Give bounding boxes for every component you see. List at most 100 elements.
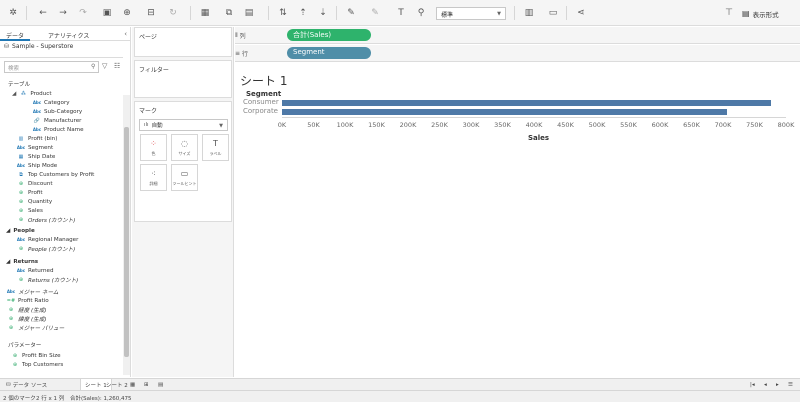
show-labels-icon[interactable]: T	[394, 6, 408, 20]
share-icon[interactable]: ⋖	[574, 6, 588, 20]
field-label: Product	[30, 90, 52, 97]
table-people[interactable]: ◢ People	[6, 226, 35, 235]
presentation-icon[interactable]: ▭	[546, 6, 560, 20]
group-icon[interactable]: ✎	[368, 6, 382, 20]
field-item[interactable]: ⊕ Quantity	[16, 197, 52, 206]
tab-data[interactable]: データ	[0, 27, 31, 41]
bar-corporate[interactable]	[282, 109, 727, 115]
tab-analytics[interactable]: アナリティクス	[42, 27, 95, 41]
field-item[interactable]: ⊕ Profit Bin Size	[10, 351, 61, 360]
x-tick-label: 250K	[431, 121, 448, 129]
size-button[interactable]: ◌ サイズ	[171, 134, 198, 161]
marks-card-title: マーク	[139, 108, 158, 115]
back-icon[interactable]: ←	[36, 6, 50, 20]
mark-type-value: 自動	[151, 123, 163, 129]
redo-icon[interactable]: ↷	[76, 6, 90, 20]
color-button[interactable]: ⁘ 色	[140, 134, 167, 161]
field-item[interactable]: ⊕ Discount	[16, 179, 53, 188]
sort-descending-icon[interactable]: ⇣	[316, 6, 330, 20]
columns-shelf[interactable]: ⦀ 列 合計(Sales)	[235, 27, 800, 44]
field-item-product[interactable]: ◢ ⁂ Product	[12, 89, 52, 98]
show-me-label: 表示形式	[752, 10, 779, 19]
collapse-pane-icon[interactable]: ‹	[124, 30, 127, 38]
number-icon: ⊕	[18, 245, 24, 252]
mark-type-select[interactable]: ılı 自動 ▼	[139, 119, 228, 131]
rows-shelf[interactable]: ≡ 行 Segment	[235, 45, 800, 62]
show-cards-icon[interactable]: ▥	[522, 6, 536, 20]
field-item[interactable]: Abc Regional Manager	[16, 235, 79, 244]
field-item[interactable]: Abc Sub-Category	[32, 107, 82, 116]
duplicate-sheet-icon[interactable]: ⧉	[222, 6, 236, 20]
search-icon[interactable]: ⚲	[91, 63, 95, 70]
label-button[interactable]: T ラベル	[202, 134, 229, 161]
datasource-item[interactable]: ⛁ Sample - Superstore	[4, 43, 73, 50]
data-pane-scrollbar[interactable]	[123, 95, 130, 375]
tables-header: テーブル	[8, 81, 31, 88]
field-item[interactable]: ⊕ Orders (カウント)	[16, 215, 76, 224]
field-item[interactable]: ⊕ Sales	[16, 206, 43, 215]
link-icon: 🔗	[33, 117, 41, 124]
filters-card[interactable]: フィルター	[134, 60, 232, 98]
pin-icon[interactable]: ⚲	[414, 6, 428, 20]
field-item[interactable]: 🔗 Manufacturer	[32, 116, 82, 125]
field-item[interactable]: ⊕ 経度 (生成)	[6, 305, 47, 314]
save-icon[interactable]: ▣	[100, 6, 114, 20]
tooltip-button[interactable]: ▭ ツールヒント	[171, 164, 198, 191]
string-icon: Abc	[16, 268, 26, 273]
segment-pill[interactable]: Segment	[287, 47, 371, 59]
pause-updates-icon[interactable]: ⊟	[144, 6, 158, 20]
field-item[interactable]: ⧉ Top Customers by Profit	[16, 170, 94, 179]
worksheet-view: シート 1 Segment Consumer Corporate 0K 50K 100…	[235, 65, 800, 377]
columns-icon: ⦀	[235, 31, 238, 39]
pages-card[interactable]: ページ	[134, 27, 232, 57]
field-item[interactable]: ⊕ Top Customers	[10, 360, 63, 369]
detail-button[interactable]: ⁖ 詳細	[140, 164, 167, 191]
tab-data-label: データ	[6, 33, 25, 40]
string-icon: Abc	[16, 163, 26, 168]
data-pane-tabs: データ アナリティクス ‹	[0, 27, 131, 41]
field-item[interactable]: ⊕ 緯度 (生成)	[6, 314, 47, 323]
field-item[interactable]: ▦ Ship Date	[16, 152, 56, 161]
table-returns[interactable]: ◢ Returns	[6, 257, 38, 266]
tab-analytics-label: アナリティクス	[48, 33, 90, 40]
sort-ascending-icon[interactable]: ⇡	[296, 6, 310, 20]
x-tick-label: 700K	[714, 121, 732, 129]
show-me-button[interactable]: ▤ 表示形式	[742, 7, 779, 20]
fit-select[interactable]: 標準 ▼	[436, 7, 506, 20]
new-datasource-icon[interactable]: ⊕	[120, 6, 134, 20]
field-item[interactable]: =# Profit Ratio	[6, 296, 49, 305]
search-input[interactable]: 検索	[4, 61, 99, 73]
field-item[interactable]: ▥ Profit (bin)	[16, 134, 58, 143]
new-worksheet-icon[interactable]: ▦	[198, 6, 212, 20]
field-item[interactable]: Abc Ship Mode	[16, 161, 57, 170]
forward-icon[interactable]: →	[56, 6, 70, 20]
field-item[interactable]: ⊕ Profit	[16, 188, 43, 197]
field-item[interactable]: Abc Category	[32, 98, 70, 107]
field-label: Quantity	[28, 198, 53, 205]
field-item[interactable]: Abc Segment	[16, 143, 53, 152]
field-item[interactable]: Abc Product Name	[32, 125, 84, 134]
swap-rows-columns-icon[interactable]: ⇅	[276, 6, 290, 20]
field-item[interactable]: Abc メジャー ネーム	[6, 287, 59, 296]
parameters-section-header: パラメーター	[8, 340, 41, 349]
show-me-icon: ▤	[742, 9, 750, 18]
pin-toolbar-icon[interactable]: ⊤	[722, 6, 736, 20]
bar-consumer[interactable]	[282, 100, 771, 106]
string-icon: Abc	[16, 145, 26, 150]
field-label: メジャー バリュー	[18, 325, 65, 332]
number-icon: ⊕	[18, 276, 24, 283]
view-options-icon[interactable]: ☷	[114, 62, 120, 70]
field-item[interactable]: ⊕ メジャー バリュー	[6, 323, 64, 332]
tableau-logo-icon[interactable]: ✲	[6, 6, 20, 20]
scrollbar-thumb[interactable]	[124, 127, 129, 357]
toolbar-separator	[566, 6, 567, 20]
field-item[interactable]: Abc Returned	[16, 266, 54, 275]
sales-pill[interactable]: 合計(Sales)	[287, 29, 371, 41]
highlight-icon[interactable]: ✎	[344, 6, 358, 20]
refresh-icon[interactable]: ↻	[166, 6, 180, 20]
field-item[interactable]: ⊕ Returns (カウント)	[16, 275, 78, 284]
clear-sheet-icon[interactable]: ▤	[242, 6, 256, 20]
field-label: Returned	[28, 267, 54, 274]
field-item[interactable]: ⊕ People (カウント)	[16, 244, 75, 253]
filter-icon[interactable]: ▽	[102, 62, 107, 70]
